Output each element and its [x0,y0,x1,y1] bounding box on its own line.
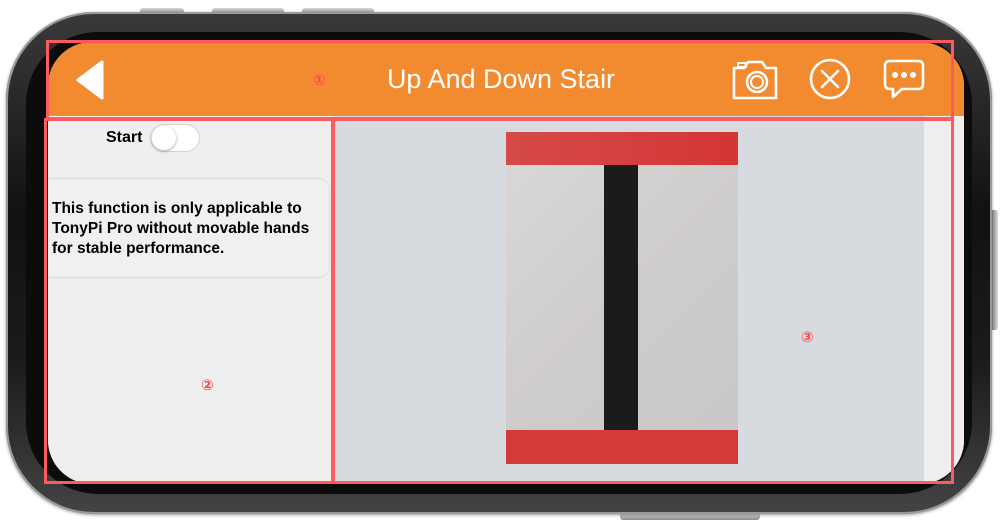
info-notice: This function is only applicable to Tony… [48,178,330,278]
close-circle-icon [809,58,851,100]
app-header: Up And Down Stair [48,42,964,116]
control-panel: Start This function is only applicable t… [48,116,334,484]
screenshot-stage: Up And Down Stair Start This function is… [0,0,1000,526]
start-toggle[interactable] [150,124,201,152]
stair-black-line [604,165,638,430]
close-button[interactable] [808,57,852,101]
chat-bubble-icon [883,59,925,99]
camera-icon [732,60,778,100]
stair-image [506,132,738,464]
back-button[interactable] [74,60,110,100]
phone-screen: Up And Down Stair Start This function is… [48,42,964,484]
start-label: Start [106,129,143,146]
stair-bottom-red-line [506,430,738,464]
phone-power-button [620,514,760,520]
stair-top-red-line [506,132,738,165]
phone-right-button [992,210,998,330]
start-row: Start [106,124,201,152]
screen-right-strip [924,116,964,484]
back-arrow-icon [76,60,104,100]
info-text: This function is only applicable to Tony… [52,200,310,257]
camera-button[interactable] [730,56,780,102]
camera-feed [334,116,924,484]
toggle-knob [152,126,177,150]
chat-button[interactable] [882,57,926,101]
